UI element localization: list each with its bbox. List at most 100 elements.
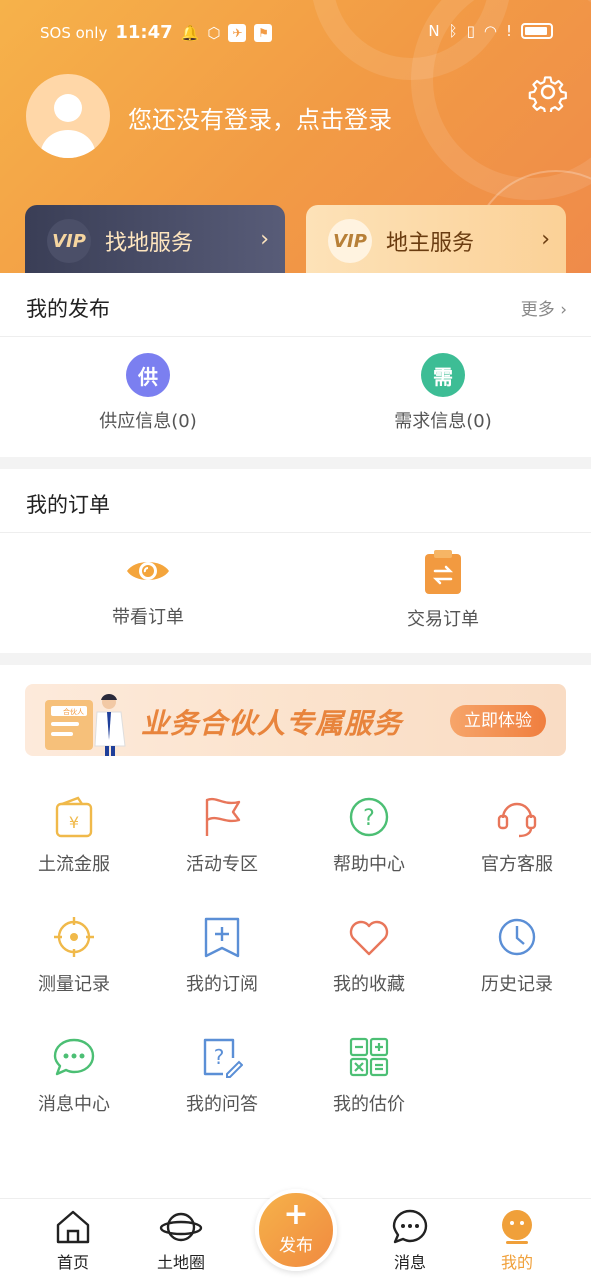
my-orders-section: 我的订单 带看订单 交易订单: [0, 469, 591, 653]
bluetooth-icon: ᛒ: [448, 22, 458, 40]
eye-icon: [127, 562, 169, 580]
chat-icon: [53, 1038, 95, 1076]
tab-label: 土地圈: [156, 1253, 205, 1272]
clock-icon: [498, 918, 536, 956]
bookmark-icon: [204, 917, 240, 958]
bell-icon: 🔔: [180, 23, 200, 42]
supply-icon: 供: [126, 353, 170, 397]
vibrate-icon: ▯: [466, 22, 475, 40]
flag-icon: [205, 797, 241, 836]
valuation-entry[interactable]: 我的估价: [295, 1036, 443, 1116]
battery-icon: [521, 23, 553, 39]
service-label: 我的问答: [186, 1094, 258, 1115]
tab-messages[interactable]: 消息: [365, 1209, 455, 1273]
alert-icon: !: [505, 22, 512, 40]
find-land-service-card[interactable]: VIP 找地服务 ›: [25, 205, 285, 275]
nfc-icon: N: [428, 22, 440, 40]
partner-card-label: 合伙人: [63, 707, 84, 716]
tab-land-circle[interactable]: 土地圈: [136, 1209, 226, 1273]
entry-label: 交易订单: [407, 609, 479, 630]
tab-label: 我的: [500, 1253, 533, 1272]
service-label: 官方客服: [481, 854, 553, 875]
landlord-service-card[interactable]: VIP 地主服务 ›: [306, 205, 566, 275]
service-label: 消息中心: [38, 1094, 110, 1115]
measurement-records-entry[interactable]: 测量记录: [0, 916, 148, 996]
viewing-orders-entry[interactable]: 带看订单: [48, 549, 248, 629]
my-posts-section: 我的发布 更多 › 供 供应信息(0) 需 需求信息(0): [0, 273, 591, 457]
app-notification-icon: ✈: [228, 23, 247, 42]
divider: [0, 532, 591, 533]
transaction-orders-entry[interactable]: 交易订单: [343, 549, 543, 631]
service-label: 帮助中心: [333, 854, 405, 875]
service-label: 活动专区: [186, 854, 258, 875]
chevron-right-icon: ›: [260, 227, 269, 252]
land-finance-entry[interactable]: ¥ 土流金服: [0, 796, 148, 876]
chevron-right-icon: ›: [541, 227, 550, 252]
customer-service-entry[interactable]: 官方客服: [443, 796, 591, 876]
calculator-icon: [349, 1037, 389, 1077]
status-bar: SOS only 11:47 🔔 ⬡ ✈ ⚑ N ᛒ ▯ ◠ !: [0, 0, 591, 66]
events-entry[interactable]: 活动专区: [148, 796, 296, 876]
clipboard-exchange-icon: [425, 550, 461, 594]
help-icon: ?: [349, 797, 389, 837]
tab-home[interactable]: 首页: [28, 1209, 118, 1273]
wifi-icon: ◠: [483, 22, 497, 40]
more-link[interactable]: 更多 ›: [521, 295, 567, 320]
vip-card-label: 找地服务: [105, 231, 194, 256]
service-label: 我的订阅: [186, 974, 258, 995]
svg-text:?: ?: [214, 1045, 225, 1069]
entry-label: 供应信息(0): [99, 411, 197, 432]
svg-text:¥: ¥: [69, 813, 79, 832]
section-title: 我的发布: [26, 297, 110, 321]
section-title: 我的订单: [26, 493, 110, 517]
supply-info-entry[interactable]: 供 供应信息(0): [48, 353, 248, 433]
wallet-icon: ¥: [55, 796, 93, 838]
profile-header: SOS only 11:47 🔔 ⬡ ✈ ⚑ N ᛒ ▯ ◠ ! 您还没有登录，…: [0, 0, 591, 290]
service-label: 测量记录: [38, 974, 110, 995]
headset-icon: [497, 802, 537, 838]
user-placeholder-icon: [40, 94, 96, 158]
avatar[interactable]: [26, 74, 110, 158]
tab-mine[interactable]: 我的: [472, 1209, 562, 1273]
publish-button[interactable]: + 发布: [255, 1189, 337, 1271]
subscriptions-entry[interactable]: 我的订阅: [148, 916, 296, 996]
vip-icon: VIP: [47, 219, 91, 263]
heart-icon: [349, 920, 389, 956]
tab-label: 首页: [56, 1253, 89, 1272]
favorites-entry[interactable]: 我的收藏: [295, 916, 443, 996]
login-prompt[interactable]: 您还没有登录，点击登录: [128, 100, 392, 135]
vip-card-label: 地主服务: [386, 231, 475, 256]
entry-label: 需求信息(0): [394, 411, 492, 432]
publish-label: 发布: [279, 1236, 313, 1256]
message-center-entry[interactable]: 消息中心: [0, 1036, 148, 1116]
chat-bubble-icon: [392, 1209, 428, 1244]
banner-title: 业务合伙人专属服务: [141, 707, 403, 740]
vip-icon: VIP: [328, 219, 372, 263]
entry-label: 带看订单: [112, 607, 184, 628]
service-label: 我的估价: [333, 1094, 405, 1115]
service-label: 我的收藏: [333, 974, 405, 995]
try-now-button[interactable]: 立即体验: [450, 705, 546, 737]
history-entry[interactable]: 历史记录: [443, 916, 591, 996]
qa-entry[interactable]: ? 我的问答: [148, 1036, 296, 1116]
smiley-icon: [502, 1210, 532, 1244]
planet-icon: [159, 1212, 203, 1242]
demand-info-entry[interactable]: 需 需求信息(0): [343, 353, 543, 433]
target-icon: [54, 917, 94, 957]
home-icon: [56, 1210, 90, 1244]
plus-icon: +: [283, 1197, 309, 1232]
demand-icon: 需: [421, 353, 465, 397]
help-center-entry[interactable]: ? 帮助中心: [295, 796, 443, 876]
qa-icon: ?: [203, 1038, 243, 1078]
divider: [0, 336, 591, 337]
partner-banner[interactable]: 合伙人 业务合伙人专属服务 立即体验: [25, 684, 566, 756]
partner-illustration-icon: 合伙人: [45, 694, 126, 756]
settings-gear-icon[interactable]: [528, 72, 568, 112]
clock-text: 11:47: [115, 22, 173, 43]
service-label: 历史记录: [481, 974, 553, 995]
service-label: 土流金服: [38, 854, 110, 875]
svg-text:?: ?: [363, 806, 375, 831]
tab-label: 消息: [393, 1253, 426, 1272]
box-icon: ⬡: [207, 23, 221, 42]
carrier-text: SOS only: [40, 23, 108, 42]
